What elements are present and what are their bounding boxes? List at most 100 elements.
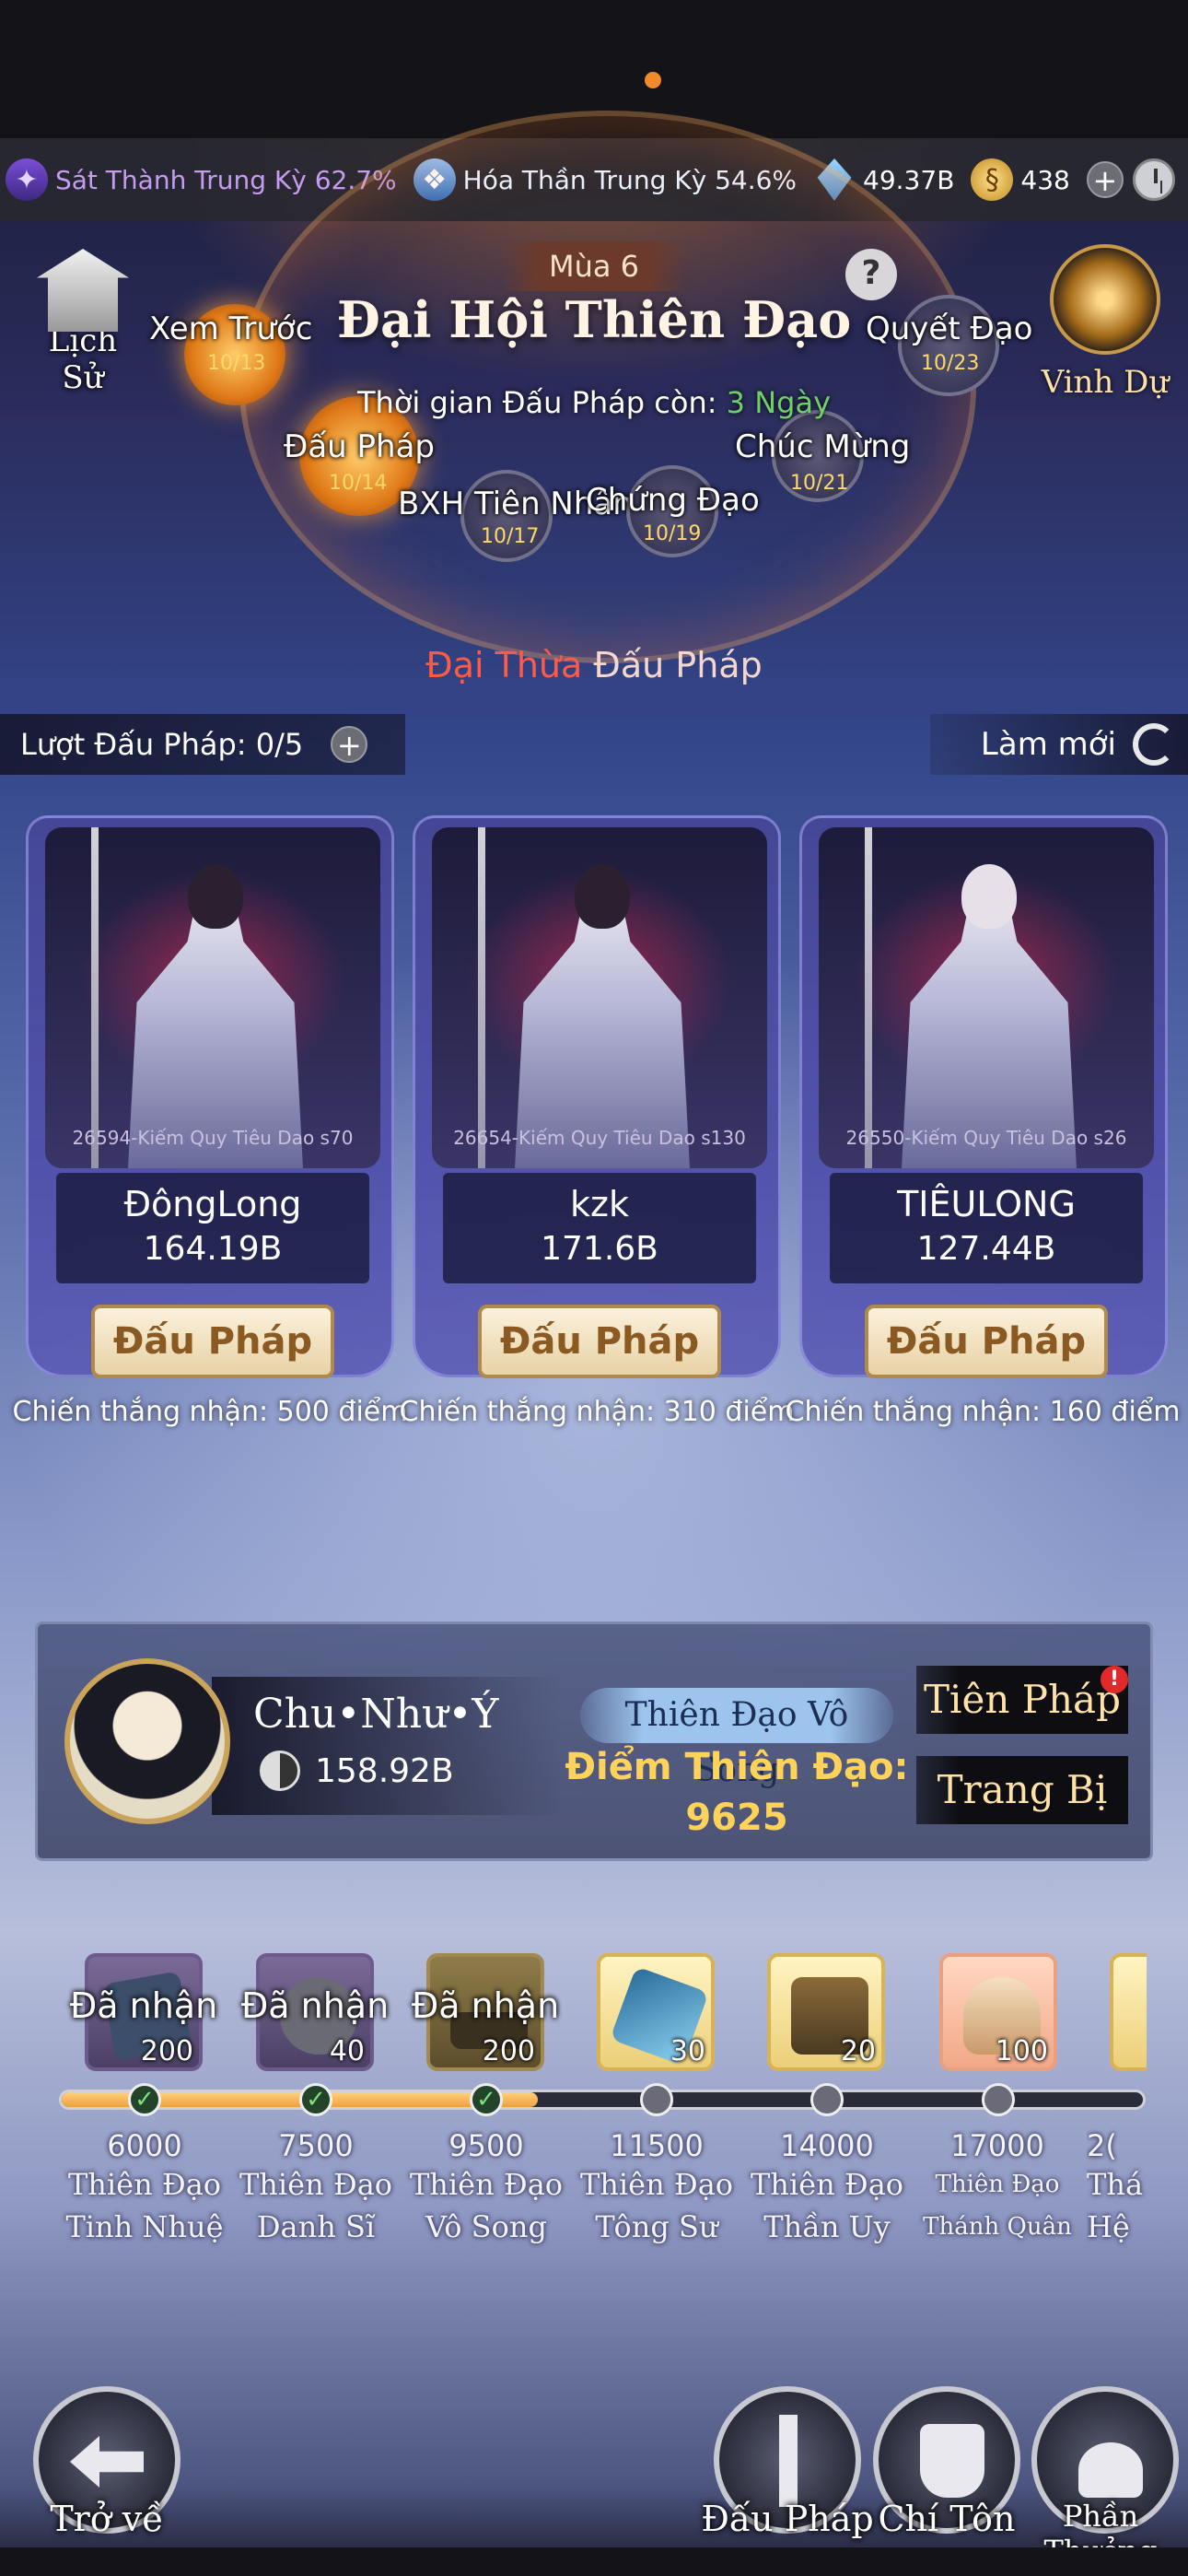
turns-bar: Lượt Đấu Pháp: 0/5 + [0, 714, 405, 775]
avatar[interactable] [64, 1658, 230, 1824]
opponent-name: ĐôngLong [123, 1184, 302, 1224]
timer-value: 3 Ngày [726, 385, 831, 420]
claimed-label: Đã nhận [69, 1985, 218, 2026]
yin-yang-icon [260, 1751, 300, 1791]
milestone-subtitle: Tông Sư [595, 2209, 718, 2244]
stage-date-fight: 10/14 [329, 472, 388, 495]
opponent-server: 26654-Kiếm Quy Tiêu Dao s130 [453, 1127, 746, 1149]
opponent-server: 26550-Kiếm Quy Tiêu Dao s26 [845, 1127, 1127, 1149]
coin-value: 438 [1020, 164, 1070, 195]
check-icon: ✓ [299, 2083, 332, 2116]
milestone-subtitle: Hệ [1087, 2209, 1130, 2244]
coin-counter[interactable]: § 438 [971, 158, 1070, 201]
rank-title-badge: Thiên Đạo Vô Song [580, 1688, 893, 1789]
opponent-power: 171.6B [541, 1230, 658, 1268]
character-head [961, 864, 1017, 929]
milestone-title: Thiên Đạo [239, 2167, 393, 2202]
opponent-info: TIÊULONG 127.44B [830, 1173, 1143, 1283]
check-icon: ✓ [470, 2083, 503, 2116]
milestone-subtitle: Danh Sĩ [256, 2209, 376, 2244]
add-turns-button[interactable]: + [331, 726, 368, 763]
opponent-name: kzk [570, 1184, 629, 1224]
milestone-threshold: 14000 [780, 2128, 874, 2163]
milestone-subtitle: Tinh Nhuệ [65, 2209, 224, 2244]
refresh-label: Làm mới [980, 726, 1116, 763]
opponent-server: 26594-Kiếm Quy Tiêu Dao s70 [72, 1127, 354, 1149]
turns-label: Lượt Đấu Pháp: 0/5 [20, 727, 304, 762]
honor-button[interactable]: Vinh Dự [1041, 244, 1170, 401]
cauldron-icon [1078, 2442, 1143, 2498]
stage-date-ranking: 10/17 [481, 525, 540, 548]
stage-date-final: 10/23 [921, 352, 980, 375]
back-arrow-icon [70, 2436, 144, 2488]
character-head [188, 864, 243, 929]
add-coin-button[interactable]: + [1086, 161, 1124, 198]
milestone-threshold: 7500 [278, 2128, 354, 2163]
fight-button[interactable]: Đấu Pháp [91, 1305, 334, 1378]
fight-button[interactable]: Đấu Pháp [478, 1305, 721, 1378]
milestone-subtitle: Thần Uy [763, 2209, 891, 2244]
clock-icon[interactable] [1133, 158, 1175, 201]
season-label: Mùa 6 [502, 241, 686, 291]
milestone-reward-item[interactable]: 30 [597, 1953, 715, 2071]
milestone-label: 14000 Thiên Đạo Thần Uy [740, 2128, 914, 2248]
fight-button[interactable]: Đấu Pháp [865, 1305, 1108, 1378]
opponent-portrait [45, 827, 380, 1168]
reward-quantity: 30 [670, 2035, 705, 2067]
opponent-portrait [432, 827, 767, 1168]
nav-fight-label: Đấu Pháp [701, 2499, 874, 2539]
reward-quantity: 40 [329, 2035, 365, 2067]
milestone-subtitle: Vô Song [425, 2209, 547, 2244]
milestone-reward-item[interactable]: 20 [767, 1953, 885, 2071]
stage-date-celebrate: 10/21 [790, 472, 849, 495]
milestone-threshold: 17000 [950, 2128, 1044, 2163]
milestone-subtitle: Thánh Quân [923, 2213, 1072, 2241]
milestone-label: 9500 Thiên Đạo Vô Song [399, 2128, 574, 2248]
coin-icon: § [971, 158, 1014, 201]
milestone-reward-item[interactable] [1110, 1953, 1147, 2071]
timer-prefix: Thời gian Đấu Pháp còn: [357, 385, 727, 420]
stage-label-fight: Đấu Pháp [284, 428, 436, 465]
equipment-button[interactable]: Trang Bị [916, 1756, 1128, 1824]
milestone-label: 11500 Thiên Đạo Tông Sư [569, 2128, 744, 2248]
character-head [575, 864, 630, 929]
stage-date-preview: 10/13 [207, 352, 266, 375]
nav-supreme-label: Chí Tôn [878, 2499, 1016, 2539]
refresh-icon [1133, 723, 1175, 766]
stage-label-preview: Xem Trước [149, 310, 313, 347]
help-icon[interactable]: ? [845, 249, 897, 300]
milestone-reward-item[interactable]: 100 [939, 1953, 1057, 2071]
points-value: 9625 [685, 1797, 788, 1839]
fight-timer: Thời gian Đấu Pháp còn: 3 Ngày [0, 385, 1188, 420]
refresh-button[interactable]: Làm mới [930, 714, 1188, 775]
reward-quantity: 200 [140, 2035, 193, 2067]
home-indicator-bar [0, 2547, 1188, 2576]
milestone-title: Thiên Đạo [579, 2167, 734, 2202]
opponent-power: 164.19B [143, 1230, 283, 1268]
opponent-card[interactable]: 26550-Kiếm Quy Tiêu Dao s26 TIÊULONG 127… [799, 815, 1168, 1378]
milestone-knob [982, 2083, 1015, 2116]
stage-label-final: Quyết Đạo [866, 310, 1033, 347]
milestone-title: Thá [1087, 2167, 1144, 2202]
cultivation-rank-1[interactable]: ✦ Sát Thành Trung Kỳ 62.7% [6, 158, 397, 201]
sword-icon [779, 2415, 798, 2507]
milestone-threshold: 11500 [610, 2128, 704, 2163]
opponent-portrait [819, 827, 1154, 1168]
player-power: 158.92B [260, 1751, 454, 1791]
opponent-card[interactable]: 26594-Kiếm Quy Tiêu Dao s70 ĐôngLong 164… [26, 815, 394, 1378]
check-icon: ✓ [128, 2083, 161, 2116]
milestone-label: 7500 Thiên Đạo Danh Sĩ [228, 2128, 403, 2248]
camera-indicator [645, 72, 661, 88]
reward-quantity: 20 [840, 2035, 876, 2067]
gem-value: 49.37B [863, 164, 955, 195]
milestone-title: Thiên Đạo [750, 2167, 904, 2202]
win-reward: Chiến thắng nhận: 500 điểm [12, 1396, 408, 1428]
opponent-card[interactable]: 26654-Kiếm Quy Tiêu Dao s130 kzk 171.6B … [413, 815, 781, 1378]
sword-decoration [865, 827, 872, 1168]
reward-quantity: 200 [482, 2035, 535, 2067]
back-label: Trở về [50, 2499, 164, 2539]
milestone-title: Thiên Đạo [409, 2167, 564, 2202]
stage-label-celebrate: Chúc Mừng [735, 428, 911, 465]
tien-phap-button[interactable]: Tiên Pháp [916, 1666, 1128, 1734]
milestone-title: Thiên Đạo [67, 2167, 222, 2202]
